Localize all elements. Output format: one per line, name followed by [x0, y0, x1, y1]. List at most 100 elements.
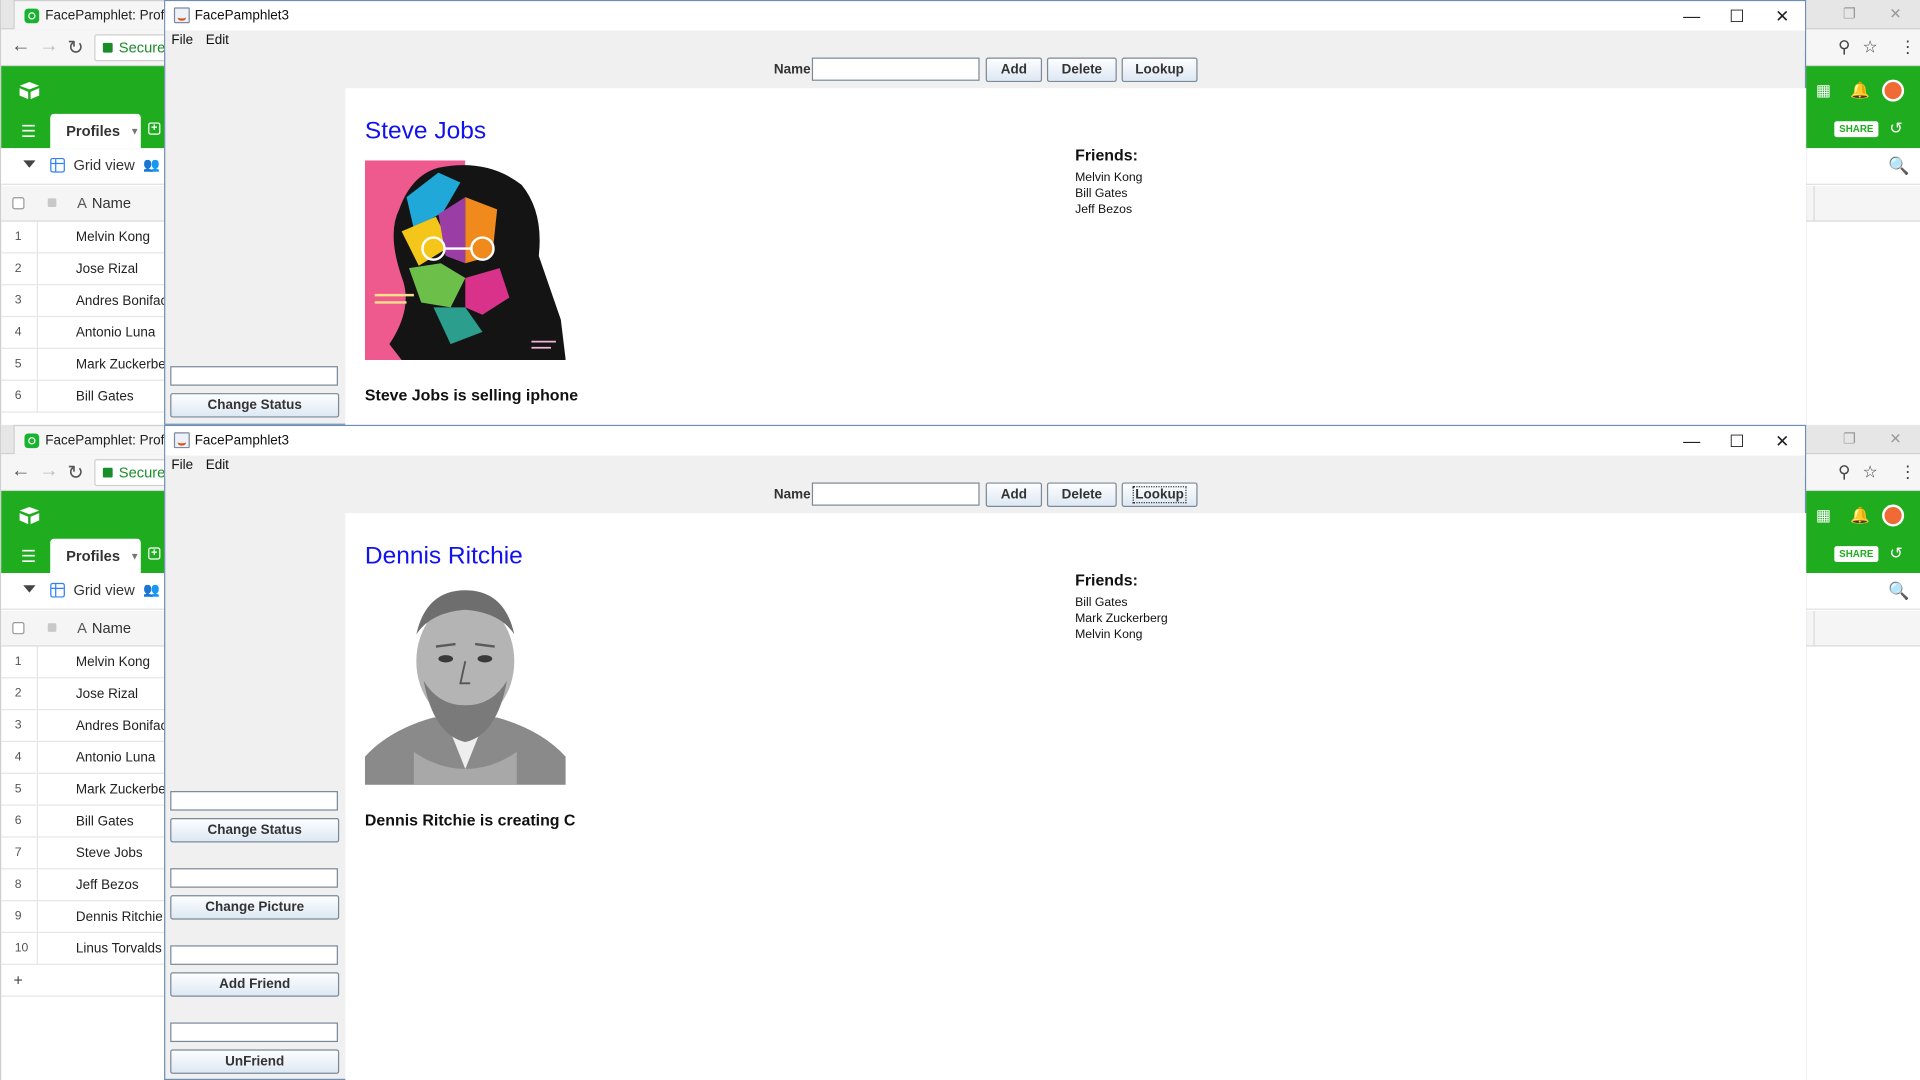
- table-row[interactable]: 10 Linus Torvalds: [1, 933, 168, 965]
- share-button[interactable]: SHARE: [1834, 546, 1879, 563]
- delete-button[interactable]: Delete: [1046, 57, 1117, 83]
- reload-icon[interactable]: ↻: [67, 36, 83, 60]
- minimize-icon[interactable]: —: [1669, 429, 1714, 453]
- lookup-button[interactable]: Lookup: [1121, 57, 1198, 83]
- apps-grid-icon[interactable]: ▦: [1816, 81, 1831, 101]
- maximize-icon[interactable]: ☐: [1714, 429, 1759, 453]
- bell-icon[interactable]: 🔔: [1850, 81, 1870, 101]
- add-button[interactable]: Add: [985, 57, 1043, 83]
- restore-icon[interactable]: ❐: [1843, 430, 1856, 447]
- name-cell[interactable]: Bill Gates: [76, 814, 134, 829]
- add-row-button[interactable]: +: [1, 965, 168, 997]
- table-tab-profiles[interactable]: Profiles ▼: [50, 538, 141, 574]
- table-row[interactable]: 9 Dennis Ritchie: [1, 901, 168, 934]
- history-icon[interactable]: ↺: [1889, 119, 1902, 139]
- name-cell[interactable]: Antonio Luna: [76, 751, 155, 766]
- unfriend-input[interactable]: [170, 1022, 338, 1043]
- column-header-name[interactable]: A Name: [77, 620, 131, 637]
- select-all-checkbox[interactable]: [12, 622, 25, 635]
- back-arrow-icon[interactable]: ←: [11, 460, 31, 482]
- table-row[interactable]: 4 Antonio Luna: [1, 317, 168, 349]
- collapse-icon[interactable]: [23, 585, 36, 593]
- select-all-checkbox[interactable]: [12, 197, 25, 210]
- table-row[interactable]: 7 Steve Jobs: [1, 837, 168, 870]
- table-row[interactable]: 5 Mark Zuckerberg: [1, 773, 178, 806]
- change-picture-button[interactable]: Change Picture: [170, 895, 340, 920]
- name-cell[interactable]: Antonio Luna: [76, 326, 155, 341]
- menu-file[interactable]: File: [171, 33, 193, 48]
- apps-grid-icon[interactable]: ▦: [1816, 506, 1831, 526]
- avatar[interactable]: [1882, 79, 1905, 102]
- add-button[interactable]: Add: [985, 482, 1043, 507]
- close-icon[interactable]: ✕: [1760, 429, 1805, 453]
- name-cell[interactable]: Jose Rizal: [76, 687, 138, 702]
- reload-icon[interactable]: ↻: [67, 460, 83, 484]
- name-cell[interactable]: Andres Bonifacio: [76, 719, 178, 734]
- key-icon[interactable]: ⚲: [1838, 37, 1851, 58]
- view-name[interactable]: Grid view: [73, 157, 134, 174]
- menu-edit[interactable]: Edit: [206, 458, 229, 473]
- name-input[interactable]: [811, 482, 980, 506]
- name-cell[interactable]: Mark Zuckerberg: [76, 782, 178, 797]
- picture-input[interactable]: [170, 868, 338, 888]
- table-row[interactable]: 8 Jeff Bezos: [1, 869, 168, 902]
- menu-edit[interactable]: Edit: [206, 33, 229, 48]
- lookup-button[interactable]: Lookup: [1121, 482, 1198, 507]
- view-name[interactable]: Grid view: [73, 582, 134, 599]
- search-icon[interactable]: 🔍: [1888, 580, 1909, 601]
- forward-arrow-icon[interactable]: →: [39, 36, 59, 58]
- history-icon[interactable]: ↺: [1889, 544, 1902, 564]
- bookmark-star-icon[interactable]: ☆: [1862, 37, 1877, 58]
- unfriend-button[interactable]: UnFriend: [170, 1049, 340, 1074]
- name-input[interactable]: [811, 57, 980, 81]
- name-cell[interactable]: Steve Jobs: [76, 846, 143, 861]
- back-arrow-icon[interactable]: ←: [11, 36, 31, 58]
- table-row[interactable]: 1 Melvin Kong: [1, 221, 168, 254]
- close-icon[interactable]: ✕: [1889, 5, 1901, 22]
- name-cell[interactable]: Melvin Kong: [76, 230, 150, 245]
- avatar[interactable]: [1882, 504, 1905, 527]
- table-row[interactable]: 3 Andres Bonifacio: [1, 285, 178, 318]
- name-cell[interactable]: Jeff Bezos: [76, 878, 139, 893]
- table-row[interactable]: 2 Jose Rizal: [1, 253, 168, 286]
- name-cell[interactable]: Bill Gates: [76, 389, 134, 404]
- browser-menu-icon[interactable]: ⋮: [1899, 37, 1916, 58]
- bell-icon[interactable]: 🔔: [1850, 506, 1870, 526]
- table-row[interactable]: 1 Melvin Kong: [1, 646, 168, 679]
- hamburger-menu-icon[interactable]: ☰: [21, 121, 36, 142]
- add-table-icon[interactable]: +: [148, 547, 161, 560]
- status-input[interactable]: [170, 791, 338, 811]
- table-row[interactable]: 4 Antonio Luna: [1, 742, 168, 774]
- name-cell[interactable]: Jose Rizal: [76, 262, 138, 277]
- restore-icon[interactable]: ❐: [1843, 5, 1856, 22]
- name-cell[interactable]: Mark Zuckerberg: [76, 358, 178, 373]
- add-table-icon[interactable]: +: [148, 122, 161, 135]
- hamburger-menu-icon[interactable]: ☰: [21, 546, 36, 567]
- change-status-button[interactable]: Change Status: [170, 393, 340, 418]
- name-cell[interactable]: Linus Torvalds: [76, 942, 162, 957]
- forward-arrow-icon[interactable]: →: [39, 460, 59, 482]
- airtable-logo-icon[interactable]: [18, 506, 40, 526]
- airtable-logo-icon[interactable]: [18, 81, 40, 101]
- table-row[interactable]: 5 Mark Zuckerberg: [1, 348, 178, 381]
- table-row[interactable]: 2 Jose Rizal: [1, 678, 168, 711]
- window-titlebar[interactable]: FacePamphlet3 — ☐ ✕: [165, 1, 1805, 31]
- maximize-icon[interactable]: ☐: [1714, 4, 1759, 28]
- name-cell[interactable]: Dennis Ritchie: [76, 910, 163, 925]
- name-cell[interactable]: Melvin Kong: [76, 655, 150, 670]
- table-row[interactable]: 3 Andres Bonifacio: [1, 710, 178, 743]
- window-titlebar[interactable]: FacePamphlet3 — ☐ ✕: [165, 426, 1805, 456]
- close-icon[interactable]: ✕: [1889, 430, 1901, 447]
- status-input[interactable]: [170, 366, 338, 386]
- delete-button[interactable]: Delete: [1046, 482, 1117, 507]
- share-button[interactable]: SHARE: [1834, 121, 1879, 138]
- close-icon[interactable]: ✕: [1760, 4, 1805, 28]
- change-status-button[interactable]: Change Status: [170, 817, 340, 843]
- table-row[interactable]: 6 Bill Gates: [1, 380, 168, 413]
- bookmark-star-icon[interactable]: ☆: [1862, 462, 1877, 483]
- table-row[interactable]: 6 Bill Gates: [1, 805, 168, 838]
- add-friend-button[interactable]: Add Friend: [170, 972, 340, 997]
- add-friend-input[interactable]: [170, 945, 338, 965]
- minimize-icon[interactable]: —: [1669, 4, 1714, 28]
- name-cell[interactable]: Andres Bonifacio: [76, 294, 178, 309]
